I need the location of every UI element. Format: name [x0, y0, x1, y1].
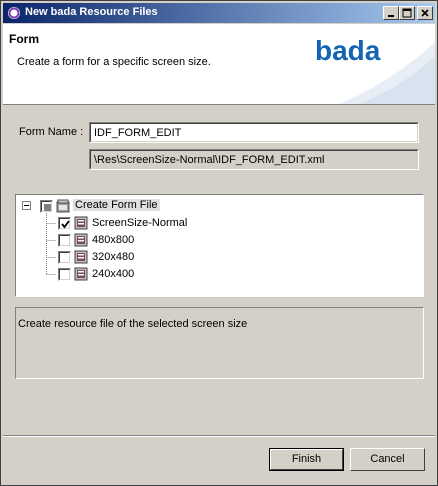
maximize-button[interactable] [399, 6, 415, 20]
checkbox-screensize-normal[interactable] [58, 217, 71, 230]
screen-size-tree: Create Form File ScreenSize-Normal 480x8… [15, 194, 424, 297]
form-file-icon [74, 267, 88, 281]
collapse-icon[interactable] [22, 201, 31, 210]
tree-item-label[interactable]: 320x480 [92, 251, 134, 263]
header-banner: Form Create a form for a specific screen… [3, 24, 435, 105]
tree-item-label[interactable]: 240x400 [92, 268, 134, 280]
form-name-input[interactable]: IDF_FORM_EDIT [89, 122, 419, 143]
form-file-icon [74, 216, 88, 230]
minimize-icon [388, 15, 394, 17]
svg-text:bada: bada [315, 35, 381, 66]
cancel-button[interactable]: Cancel [350, 448, 425, 471]
dialog-window: New bada Resource Files Form Create a fo… [0, 0, 438, 486]
window-title: New bada Resource Files [25, 6, 158, 18]
tree-item-label[interactable]: ScreenSize-Normal [92, 217, 187, 229]
page-description: Create a form for a specific screen size… [17, 56, 211, 68]
app-icon [8, 7, 20, 19]
description-text: Create resource file of the selected scr… [18, 318, 248, 330]
file-path-field: \Res\ScreenSize-Normal\IDF_FORM_EDIT.xml [89, 149, 419, 170]
tree-item-label[interactable]: 480x800 [92, 234, 134, 246]
cancel-button-label: Cancel [370, 453, 405, 465]
maximize-icon [402, 8, 412, 18]
close-icon [421, 9, 429, 17]
tree-root-label[interactable]: Create Form File [73, 199, 160, 211]
bada-logo: bada [299, 24, 435, 104]
form-file-icon [74, 233, 88, 247]
form-file-icon [56, 199, 70, 213]
checkbox-240x400[interactable] [58, 268, 71, 281]
tree-root-checkbox[interactable] [40, 200, 53, 213]
description-panel: Create resource file of the selected scr… [15, 307, 424, 379]
finish-button[interactable]: Finish [269, 448, 344, 471]
form-name-label: Form Name : [19, 126, 84, 138]
checkbox-480x800[interactable] [58, 234, 71, 247]
separator [3, 435, 435, 437]
minimize-button[interactable] [383, 6, 399, 20]
page-title: Form [9, 32, 39, 46]
close-button[interactable] [417, 6, 433, 20]
checkbox-320x480[interactable] [58, 251, 71, 264]
finish-button-label: Finish [291, 453, 322, 465]
title-bar[interactable]: New bada Resource Files [3, 3, 435, 23]
form-file-icon [74, 250, 88, 264]
check-icon [61, 220, 70, 229]
